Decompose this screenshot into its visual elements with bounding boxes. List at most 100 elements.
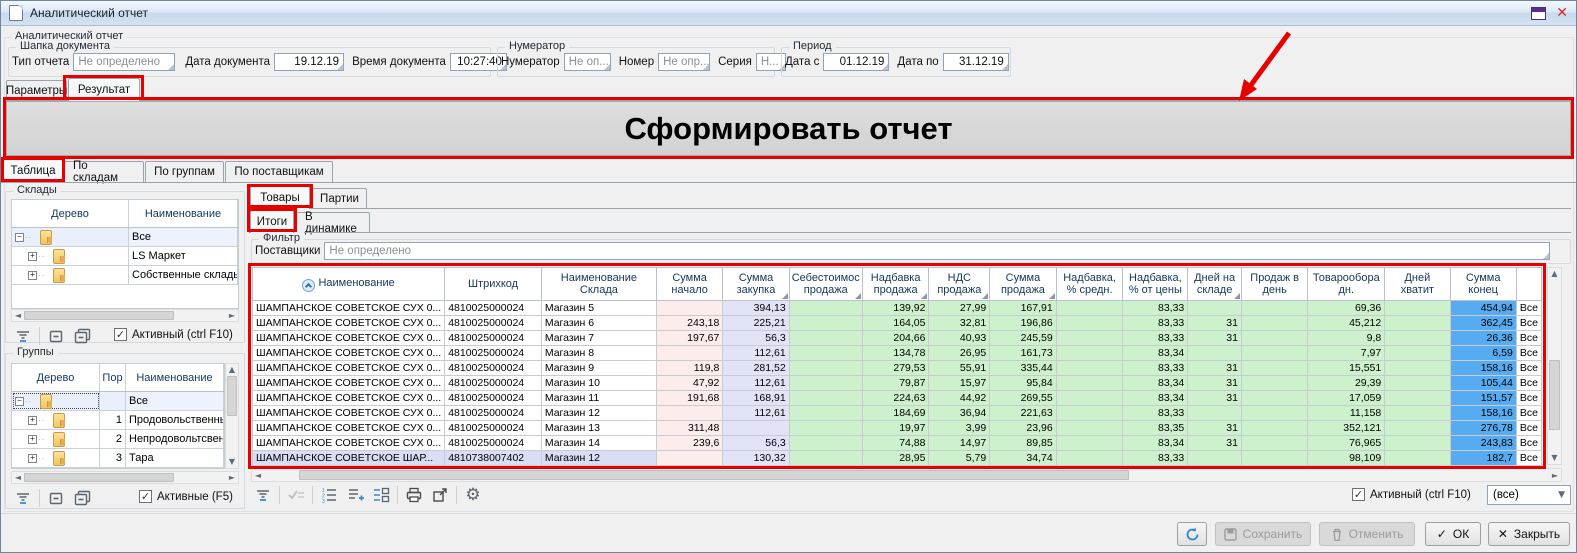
tree-cell-name[interactable]: Непродовольтсвенные (126, 430, 224, 448)
table-cell[interactable]: ШАМПАНСКОЕ СОВЕТСКОЕ СУХ 0... (253, 331, 445, 346)
table-hscroll-thumb[interactable] (299, 470, 1129, 480)
table-cell[interactable]: ШАМПАНСКОЕ СОВЕТСКОЕ СУХ 0... (253, 346, 445, 361)
table-cell[interactable]: Все (1516, 376, 1541, 391)
column-header-14[interactable]: Дней хватит (1385, 268, 1450, 301)
table-cell[interactable]: ШАМПАНСКОЕ СОВЕТСКОЕ СУХ 0... (253, 376, 445, 391)
collapse-expander-icon[interactable]: − (15, 233, 24, 242)
table-cell[interactable]: 83,34 (1123, 376, 1188, 391)
table-cell[interactable]: 7,97 (1308, 346, 1385, 361)
table-cell[interactable]: 31 (1188, 421, 1242, 436)
filter-icon[interactable] (13, 326, 33, 346)
table-cell[interactable]: Магазин 14 (541, 436, 656, 451)
table-cell[interactable]: 28,95 (862, 451, 929, 466)
scroll-right-icon[interactable]: ► (226, 473, 238, 482)
table-cell[interactable] (1241, 421, 1307, 436)
column-header-0[interactable]: Наименование (253, 268, 445, 301)
column-header-11[interactable]: Дней на складе (1188, 268, 1242, 301)
table-cell[interactable]: 4810025000024 (445, 436, 542, 451)
column-header-16[interactable] (1516, 268, 1541, 301)
table-cell[interactable] (789, 361, 862, 376)
table-cell[interactable]: 281,52 (723, 361, 789, 376)
table-cell[interactable]: 15,97 (929, 376, 990, 391)
tree-row[interactable]: +··LS Маркет (12, 247, 238, 266)
tree-cell-dereva[interactable]: −·· (12, 392, 100, 410)
table-cell[interactable]: 4810025000024 (445, 421, 542, 436)
table-cell[interactable] (1056, 331, 1123, 346)
table-cell[interactable]: 161,73 (990, 346, 1057, 361)
table-row[interactable]: ШАМПАНСКОЕ СОВЕТСКОЕ СУХ 0...48100250000… (253, 391, 1542, 406)
table-cell[interactable]: 269,55 (990, 391, 1057, 406)
table-cell[interactable]: 89,85 (990, 436, 1057, 451)
expand-expander-icon[interactable]: + (28, 435, 37, 444)
tree-row[interactable]: −··Все (12, 392, 224, 411)
table-cell[interactable] (1056, 391, 1123, 406)
table-cell[interactable]: 4810025000024 (445, 406, 542, 421)
table-cell[interactable]: 335,44 (990, 361, 1057, 376)
column-header-10[interactable]: Надбавка, % от цены (1123, 268, 1188, 301)
table-row[interactable]: ШАМПАНСКОЕ СОВЕТСКОЕ ШАР...4810738007402… (253, 451, 1542, 466)
table-cell[interactable] (789, 406, 862, 421)
table-cell[interactable]: 352,121 (1308, 421, 1385, 436)
numerator-field[interactable]: Не оп... (564, 53, 611, 71)
list-blocks-icon[interactable] (371, 485, 391, 505)
table-cell[interactable]: 119,8 (656, 361, 722, 376)
tree-header-0[interactable]: Дерево (12, 364, 100, 391)
table-cell[interactable] (1056, 406, 1123, 421)
table-vscrollbar[interactable]: ▲ ▼ (1547, 267, 1562, 465)
table-cell[interactable]: 83,33 (1123, 331, 1188, 346)
column-header-1[interactable]: Штрихкод (445, 268, 542, 301)
suppliers-field[interactable]: Не определено (324, 242, 1550, 260)
table-cell[interactable] (1241, 346, 1307, 361)
scroll-right-icon[interactable]: ► (1549, 471, 1561, 480)
table-cell[interactable]: 362,45 (1450, 316, 1516, 331)
table-cell[interactable]: 164,05 (862, 316, 929, 331)
table-cell[interactable]: 311,48 (656, 421, 722, 436)
table-cell[interactable]: 40,93 (929, 331, 990, 346)
table-cell[interactable] (1056, 421, 1123, 436)
table-cell[interactable]: 23,96 (990, 421, 1057, 436)
table-cell[interactable]: Все (1516, 301, 1541, 316)
table-cell[interactable] (1385, 451, 1450, 466)
tree-cell-num[interactable]: 1 (100, 411, 126, 429)
scroll-left-icon[interactable]: ◄ (252, 471, 264, 480)
table-cell[interactable]: 45,212 (1308, 316, 1385, 331)
table-cell[interactable]: Магазин 7 (541, 331, 656, 346)
table-cell[interactable]: 31 (1188, 331, 1242, 346)
collapse-node-icon[interactable] (46, 488, 66, 508)
table-cell[interactable]: 76,965 (1308, 436, 1385, 451)
table-cell[interactable] (789, 451, 862, 466)
table-cell[interactable]: ШАМПАНСКОЕ СОВЕТСКОЕ СУХ 0... (253, 406, 445, 421)
collapse-node-icon[interactable] (46, 326, 66, 346)
table-cell[interactable]: 4810025000024 (445, 361, 542, 376)
table-cell[interactable]: 31 (1188, 391, 1242, 406)
table-cell[interactable] (1385, 421, 1450, 436)
collapse-all-icon[interactable] (72, 488, 92, 508)
table-cell[interactable]: Магазин 11 (541, 391, 656, 406)
export-icon[interactable] (430, 485, 450, 505)
table-cell[interactable]: 34,74 (990, 451, 1057, 466)
table-cell[interactable]: Все (1516, 316, 1541, 331)
table-cell[interactable]: 279,53 (862, 361, 929, 376)
table-cell[interactable]: 394,13 (723, 301, 789, 316)
table-active-checkbox[interactable]: ✓ Активный (ctrl F10) (1352, 488, 1471, 501)
table-cell[interactable]: Магазин 13 (541, 421, 656, 436)
table-cell[interactable]: 239,6 (656, 436, 722, 451)
tab-v-dinamike[interactable]: В динамике (296, 212, 370, 233)
table-cell[interactable]: 83,33 (1123, 451, 1188, 466)
date-to-field[interactable]: 31.12.19 (943, 53, 1009, 71)
table-cell[interactable]: 6,59 (1450, 346, 1516, 361)
table-cell[interactable]: 196,86 (990, 316, 1057, 331)
table-cell[interactable]: 130,32 (723, 451, 789, 466)
tree-row[interactable]: −··Все (12, 228, 238, 247)
table-cell[interactable]: ШАМПАНСКОЕ СОВЕТСКОЕ ШАР... (253, 451, 445, 466)
table-cell[interactable]: 26,36 (1450, 331, 1516, 346)
tree-header-0[interactable]: Дерево (12, 200, 129, 227)
table-cell[interactable] (789, 436, 862, 451)
table-cell[interactable]: Все (1516, 361, 1541, 376)
column-header-3[interactable]: Сумма начало (656, 268, 722, 301)
table-cell[interactable] (1188, 406, 1242, 421)
table-cell[interactable] (1056, 346, 1123, 361)
gear-icon[interactable]: ⚙ (463, 485, 483, 505)
print-icon[interactable] (404, 485, 424, 505)
expand-expander-icon[interactable]: + (28, 454, 37, 463)
